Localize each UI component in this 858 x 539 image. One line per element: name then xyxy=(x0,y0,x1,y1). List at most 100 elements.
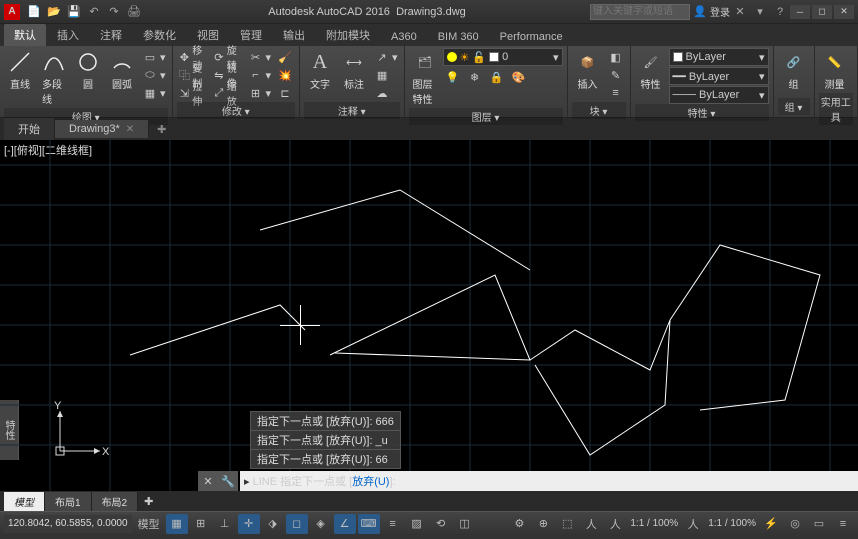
customize-statusbar-button[interactable]: ≡ xyxy=(832,514,854,534)
edit-attr-button[interactable]: ≡ xyxy=(606,84,626,102)
ribbon-tab-parametric[interactable]: 参数化 xyxy=(133,24,186,46)
ribbon-tab-bim360[interactable]: BIM 360 xyxy=(428,28,489,46)
create-block-button[interactable]: ◧ xyxy=(606,48,626,66)
panel-title-group[interactable]: 组 ▾ xyxy=(778,98,810,115)
arc-button[interactable]: 圆弧 xyxy=(106,48,138,93)
otrack-toggle[interactable]: ∠ xyxy=(334,514,356,534)
cloud-button[interactable]: ☁ xyxy=(372,84,400,102)
qat-undo-icon[interactable]: ↶ xyxy=(86,4,102,20)
ribbon-tab-performance[interactable]: Performance xyxy=(490,28,573,46)
panel-title-properties[interactable]: 特性 ▾ xyxy=(635,104,769,121)
infocenter-icon[interactable]: ▾ xyxy=(752,4,768,20)
qat-open-icon[interactable]: 📂 xyxy=(46,4,62,20)
scale-label-1[interactable]: 1:1 / 100% xyxy=(628,518,680,529)
qat-redo-icon[interactable]: ↷ xyxy=(106,4,122,20)
properties-palette-tab[interactable]: 特性 xyxy=(0,400,19,460)
panel-title-block[interactable]: 块 ▾ xyxy=(572,102,626,119)
ribbon-tab-output[interactable]: 输出 xyxy=(273,24,315,46)
hatch-button[interactable]: ▦▾ xyxy=(140,84,168,102)
scale-button[interactable]: ⤢缩放 xyxy=(211,84,243,102)
circle-button[interactable]: 圆 xyxy=(72,48,104,93)
cleanscreen-button[interactable]: ▭ xyxy=(808,514,830,534)
ellipse-button[interactable]: ⬭▾ xyxy=(140,66,168,84)
quickprops-toggle[interactable]: ◫ xyxy=(454,514,476,534)
polyline-button[interactable]: 多段线 xyxy=(38,48,70,108)
ribbon-tab-annotate[interactable]: 注释 xyxy=(90,24,132,46)
array-button[interactable]: ⊞▾ xyxy=(245,84,273,102)
ribbon-tab-a360[interactable]: A360 xyxy=(381,28,427,46)
snap-toggle[interactable]: ⊞ xyxy=(190,514,212,534)
annovisibility-icon[interactable]: 人 xyxy=(604,514,626,534)
file-tab-start[interactable]: 开始 xyxy=(4,118,55,140)
rectangle-button[interactable]: ▭▾ xyxy=(140,48,168,66)
layout-tab-2[interactable]: 布局2 xyxy=(92,492,139,511)
add-layout-button[interactable]: ✚ xyxy=(138,493,159,510)
osnap-toggle[interactable]: ◻ xyxy=(286,514,308,534)
dyninput-toggle[interactable]: ⌨ xyxy=(358,514,380,534)
command-line[interactable]: ▸ LINE 指定下一点或 [放弃(U)]: xyxy=(240,471,858,491)
ortho-toggle[interactable]: ⊥ xyxy=(214,514,236,534)
file-tab-drawing[interactable]: Drawing3*✕ xyxy=(55,120,149,138)
color-combo[interactable]: ByLayer▾ xyxy=(669,48,769,66)
layer-freeze-button[interactable]: ❄ xyxy=(465,68,485,86)
polar-toggle[interactable]: ✛ xyxy=(238,514,260,534)
trim-button[interactable]: ✂▾ xyxy=(245,48,273,66)
panel-title-utilities[interactable]: 实用工具 xyxy=(819,93,853,125)
workspace-button[interactable]: ⚙ xyxy=(508,514,530,534)
layer-off-button[interactable]: 💡 xyxy=(443,68,463,86)
layer-lock-button[interactable]: 🔒 xyxy=(487,68,507,86)
table-button[interactable]: ▦ xyxy=(372,66,400,84)
leader-button[interactable]: ↗▾ xyxy=(372,48,400,66)
help-search-input[interactable] xyxy=(590,4,690,20)
edit-block-button[interactable]: ✎ xyxy=(606,66,626,84)
qat-new-icon[interactable]: 📄 xyxy=(26,4,42,20)
ribbon-tab-addins[interactable]: 附加模块 xyxy=(316,24,380,46)
text-button[interactable]: A文字 xyxy=(304,48,336,93)
qat-print-icon[interactable]: 🖨 xyxy=(126,4,142,20)
exchange-icon[interactable]: ✕ xyxy=(732,4,748,20)
login-label[interactable]: 登录 xyxy=(710,4,730,19)
transparency-toggle[interactable]: ▨ xyxy=(406,514,428,534)
offset-button[interactable]: ⊏ xyxy=(275,84,295,102)
explode-button[interactable]: 💥 xyxy=(275,66,295,84)
3dosnap-toggle[interactable]: ◈ xyxy=(310,514,332,534)
layer-combo[interactable]: ☀ 🔓 0 ▾ xyxy=(443,48,563,66)
help-icon[interactable]: ? xyxy=(772,4,788,20)
cycling-toggle[interactable]: ⟲ xyxy=(430,514,452,534)
line-button[interactable]: 直线 xyxy=(4,48,36,93)
layout-tab-model[interactable]: 模型 xyxy=(4,492,45,511)
measure-button[interactable]: 📏测量 xyxy=(819,48,851,93)
linetype-combo[interactable]: ─── ByLayer▾ xyxy=(669,86,769,104)
coordinates-readout[interactable]: 120.8042, 60.5855, 0.0000 xyxy=(4,515,132,533)
scale-label-2[interactable]: 1:1 / 100% xyxy=(706,518,758,529)
close-button[interactable]: ✕ xyxy=(834,5,854,19)
maximize-button[interactable]: ◻ xyxy=(812,5,832,19)
close-tab-icon[interactable]: ✕ xyxy=(126,124,134,135)
layer-match-button[interactable]: 🎨 xyxy=(509,68,529,86)
panel-title-layer[interactable]: 图层 ▾ xyxy=(409,108,563,125)
layer-props-button[interactable]: 🗂图层特性 xyxy=(409,48,441,108)
isodraft-toggle[interactable]: ⬗ xyxy=(262,514,284,534)
grid-toggle[interactable]: ▦ xyxy=(166,514,188,534)
stretch-button[interactable]: ⇲拉伸 xyxy=(177,84,209,102)
panel-title-modify[interactable]: 修改 ▾ xyxy=(177,102,295,119)
match-props-button[interactable]: 🖌特性 xyxy=(635,48,667,93)
hardware-accel-toggle[interactable]: ⚡ xyxy=(760,514,782,534)
units-button[interactable]: ⬚ xyxy=(556,514,578,534)
minimize-button[interactable]: ─ xyxy=(790,5,810,19)
dimension-button[interactable]: ⟷标注 xyxy=(338,48,370,93)
app-logo[interactable]: A xyxy=(4,4,20,20)
lineweight-combo[interactable]: ━━ ByLayer▾ xyxy=(669,67,769,85)
isolate-button[interactable]: ◎ xyxy=(784,514,806,534)
user-icon[interactable]: 👤 xyxy=(692,4,708,20)
group-button[interactable]: 🔗组 xyxy=(778,48,810,93)
panel-title-annotation[interactable]: 注释 ▾ xyxy=(304,102,400,119)
annoscale2-icon[interactable]: 人 xyxy=(682,514,704,534)
insert-block-button[interactable]: 📦插入 xyxy=(572,48,604,93)
cmd-customize-icon[interactable]: 🔧 xyxy=(218,471,238,491)
lineweight-toggle[interactable]: ≡ xyxy=(382,514,404,534)
drawing-canvas[interactable]: [-][俯视][二维线框] 特性 X Y 指定下一点或 [放弃(U)]: 666… xyxy=(0,140,858,491)
viewport-label[interactable]: [-][俯视][二维线框] xyxy=(4,142,92,158)
ribbon-tab-insert[interactable]: 插入 xyxy=(47,24,89,46)
annoscale-icon[interactable]: 人 xyxy=(580,514,602,534)
